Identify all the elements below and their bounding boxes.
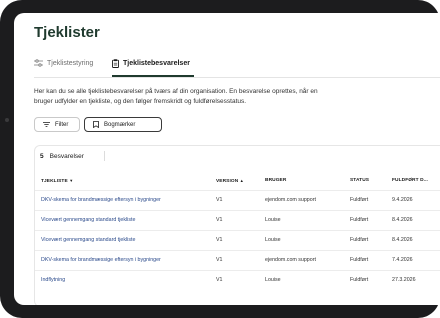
column-header-status[interactable]: STATUS <box>350 178 369 183</box>
filter-label: Filter <box>55 121 69 128</box>
version-cell: V1 <box>216 237 223 243</box>
table-row[interactable]: Vicevært gennemgang standard tjekliste V… <box>35 230 440 250</box>
sort-desc-icon: ▼ <box>69 178 74 183</box>
tab-label: Tjeklistebesvarelser <box>123 60 190 67</box>
sort-asc-icon: ▲ <box>239 178 244 183</box>
version-cell: V1 <box>216 257 223 263</box>
camera-dot <box>5 118 9 122</box>
column-header-version[interactable]: VERSION ▲ <box>216 178 244 184</box>
column-header-checklist[interactable]: TJEKLISTE ▼ <box>41 178 73 184</box>
completed-date-cell: 9.4.2026 <box>392 197 413 203</box>
bookmark-icon <box>93 121 99 128</box>
table-row[interactable]: Vicevært gennemgang standard tjekliste V… <box>35 210 440 230</box>
status-cell: Fuldført <box>350 257 369 263</box>
bookmarks-label: Bogmærker <box>104 121 136 128</box>
tab-label: Tjeklistestyring <box>47 59 94 67</box>
response-count: 5 <box>40 152 44 160</box>
list-settings-icon <box>34 59 43 67</box>
user-cell: ejendom.com support <box>265 257 316 263</box>
tab-checklist-management[interactable]: Tjeklistestyring <box>34 59 93 67</box>
user-cell: Louise <box>265 217 281 223</box>
version-cell: V1 <box>216 217 223 223</box>
completed-date-cell: 27.3.2026 <box>392 277 416 283</box>
active-tab-indicator <box>112 75 194 77</box>
column-header-completed-date[interactable]: FULDFØRT D... <box>392 178 428 183</box>
completed-date-cell: 8.4.2026 <box>392 217 413 223</box>
checklist-name[interactable]: DKV-skema for brandmæssige eftersyn i by… <box>41 257 161 263</box>
checklist-name[interactable]: Vicevært gennemgang standard tjekliste <box>41 237 135 243</box>
filter-button[interactable]: Filter <box>34 117 80 132</box>
tab-checklist-responses[interactable]: Tjeklistebesvarelser <box>112 59 190 68</box>
divider <box>103 151 105 161</box>
user-cell: Louise <box>265 237 281 243</box>
page-title: Tjeklister <box>34 24 100 41</box>
table-row[interactable]: Indflytning V1 Louise Fuldført 27.3.2026 <box>35 270 440 290</box>
status-cell: Fuldført <box>350 277 369 283</box>
status-cell: Fuldført <box>350 237 369 243</box>
version-cell: V1 <box>216 277 223 283</box>
page-description: Her kan du se alle tjeklistebesvarelser … <box>34 88 318 105</box>
version-cell: V1 <box>216 197 223 203</box>
table-row[interactable]: DKV-skema for brandmæssige eftersyn i by… <box>35 250 440 270</box>
status-cell: Fuldført <box>350 197 369 203</box>
filter-icon <box>43 122 50 127</box>
column-header-user[interactable]: BRUGER <box>265 178 286 183</box>
checklist-name[interactable]: Vicevært gennemgang standard tjekliste <box>41 217 135 223</box>
table-label: Besvarelser <box>49 152 84 160</box>
table-header: 5 Besvarelser <box>35 146 440 166</box>
tab-bar: Tjeklistestyring Tjeklistebesvarelser <box>34 55 440 78</box>
user-cell: Louise <box>265 277 281 283</box>
completed-date-cell: 7.4.2026 <box>392 257 413 263</box>
status-cell: Fuldført <box>350 217 369 223</box>
tablet-frame: Tjeklister Tjeklistestyring Tjeklistebes… <box>0 0 440 318</box>
checklist-name[interactable]: Indflytning <box>41 277 65 283</box>
checklist-name[interactable]: DKV-skema for brandmæssige eftersyn i by… <box>41 197 161 203</box>
bookmarks-button[interactable]: Bogmærker <box>84 117 162 132</box>
screen: Tjeklister Tjeklistestyring Tjeklistebes… <box>14 13 440 305</box>
table-row[interactable]: DKV-skema for brandmæssige eftersyn i by… <box>35 190 440 210</box>
user-cell: ejendom.com support <box>265 197 316 203</box>
responses-table: 5 Besvarelser TJEKLISTE ▼ VERSION ▲ BRUG… <box>34 145 440 305</box>
clipboard-icon <box>112 59 119 68</box>
completed-date-cell: 8.4.2026 <box>392 237 413 243</box>
